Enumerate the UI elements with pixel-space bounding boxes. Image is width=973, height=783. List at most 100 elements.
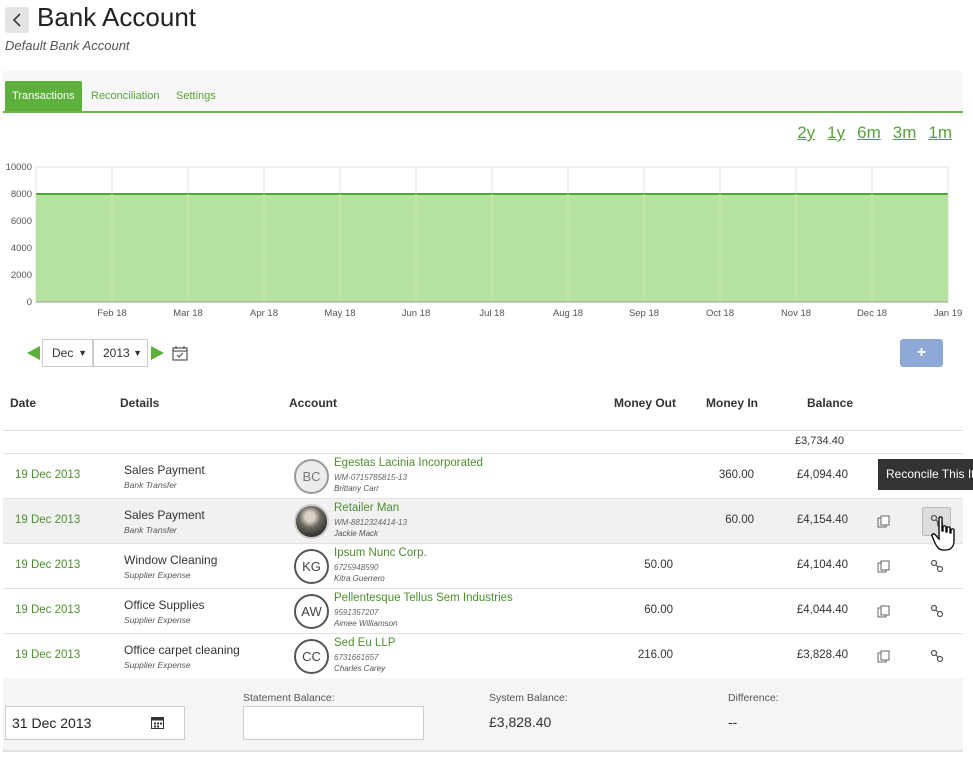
row-date[interactable]: 19 Dec 2013: [15, 469, 80, 481]
system-balance-label: System Balance:: [489, 692, 568, 704]
reconcile-tooltip: Reconcile This Item: [878, 459, 973, 490]
caret-down-icon: ▼: [78, 348, 87, 358]
table-row[interactable]: 19 Dec 2013 Sales Payment Bank Transfer …: [3, 453, 963, 498]
transactions-panel: Transactions Reconciliation Settings 2y …: [3, 71, 963, 329]
avatar: KG: [294, 549, 329, 584]
row-account-link[interactable]: Retailer Man: [334, 502, 399, 514]
page-subtitle: Default Bank Account: [5, 38, 130, 53]
next-month-arrow-icon[interactable]: [151, 346, 164, 360]
column-header-details[interactable]: Details: [120, 396, 159, 410]
add-transaction-button[interactable]: +: [900, 339, 943, 367]
row-account-ref: WM-0715785815-13: [334, 473, 407, 482]
tab-bar: Transactions Reconciliation Settings: [3, 71, 963, 113]
opening-balance: £3,734.40: [795, 435, 844, 447]
row-date[interactable]: 19 Dec 2013: [15, 514, 80, 526]
link-icon[interactable]: [930, 604, 944, 618]
row-money-out: 60.00: [644, 604, 673, 616]
table-row[interactable]: 19 Dec 2013 Office Supplies Supplier Exp…: [3, 588, 963, 633]
row-balance: £4,104.40: [796, 559, 848, 571]
row-money-out: 216.00: [637, 649, 673, 661]
statement-balance-input[interactable]: [243, 706, 424, 740]
tab-settings[interactable]: Settings: [169, 82, 223, 111]
row-date[interactable]: 19 Dec 2013: [15, 649, 80, 661]
chart-x-tick-label: Sep 18: [629, 308, 659, 319]
chart-x-tick-label: Jan 19: [934, 308, 963, 319]
row-balance: £3,828.40: [796, 649, 848, 661]
table-row[interactable]: 19 Dec 2013 Office carpet cleaning Suppl…: [3, 633, 963, 678]
reconciliation-footer: 31 Dec 2013 Statement Balance: System Ba…: [3, 678, 963, 752]
avatar: [294, 504, 329, 539]
row-account-link[interactable]: Egestas Lacinia Incorporated: [334, 457, 483, 469]
chart-y-tick-label: 10000: [6, 162, 32, 173]
row-detail: Office Supplies: [124, 598, 205, 612]
row-account-person: Brittany Carr: [334, 484, 379, 493]
chart-x-tick-label: Dec 18: [857, 308, 887, 319]
statement-date-input[interactable]: 31 Dec 2013: [5, 706, 185, 740]
row-account-link[interactable]: Pellentesque Tellus Sem Industries: [334, 592, 513, 604]
table-row[interactable]: 19 Dec 2013 Window Cleaning Supplier Exp…: [3, 543, 963, 588]
row-detail-type: Supplier Expense: [124, 570, 191, 580]
copy-icon[interactable]: [877, 605, 890, 618]
month-select[interactable]: Dec ▼: [42, 339, 93, 367]
row-detail-type: Supplier Expense: [124, 660, 191, 670]
row-account-ref: 9591357207: [334, 608, 379, 617]
table-row[interactable]: 19 Dec 2013 Sales Payment Bank Transfer …: [3, 498, 963, 543]
row-account-person: Kitra Guerrero: [334, 574, 385, 583]
chart-x-tick-label: Oct 18: [706, 308, 734, 319]
row-date[interactable]: 19 Dec 2013: [15, 604, 80, 616]
calendar-icon[interactable]: [151, 716, 164, 729]
avatar: BC: [294, 459, 329, 494]
column-header-date[interactable]: Date: [10, 396, 36, 410]
copy-icon[interactable]: [877, 650, 890, 663]
row-account-ref: WM-8812324414-13: [334, 518, 407, 527]
statement-balance-label: Statement Balance:: [243, 692, 335, 704]
difference-value: --: [728, 714, 738, 730]
chart-y-tick-label: 6000: [11, 216, 32, 227]
back-button[interactable]: [5, 7, 29, 33]
difference-label: Difference:: [728, 692, 779, 704]
chart-x-tick-label: Feb 18: [97, 308, 127, 319]
chart-y-tick-label: 0: [27, 297, 32, 308]
chart-x-tick-label: Nov 18: [781, 308, 811, 319]
row-money-out: 50.00: [644, 559, 673, 571]
row-account-person: Jackie Mack: [334, 529, 379, 538]
year-select[interactable]: 2013 ▼: [93, 339, 148, 367]
row-detail: Sales Payment: [124, 463, 205, 477]
chevron-left-icon: [12, 13, 21, 27]
previous-month-arrow-icon[interactable]: [27, 346, 40, 360]
year-select-value: 2013: [103, 346, 130, 360]
column-header-account[interactable]: Account: [289, 396, 337, 410]
row-detail-type: Supplier Expense: [124, 615, 191, 625]
row-date[interactable]: 19 Dec 2013: [15, 559, 80, 571]
column-header-money-out[interactable]: Money Out: [614, 396, 676, 410]
avatar: AW: [294, 594, 329, 629]
avatar: CC: [294, 639, 329, 674]
copy-icon[interactable]: [877, 560, 890, 573]
row-money-in: 360.00: [718, 469, 754, 481]
link-icon[interactable]: [930, 649, 944, 663]
chart-x-tick-label: Aug 18: [553, 308, 583, 319]
row-detail-type: Bank Transfer: [124, 525, 177, 535]
calendar-check-icon[interactable]: [172, 346, 188, 361]
chart-y-tick-label: 2000: [11, 270, 32, 281]
copy-icon[interactable]: [877, 515, 890, 528]
statement-date-value: 31 Dec 2013: [12, 715, 92, 731]
page-title: Bank Account: [37, 2, 196, 32]
row-detail-type: Bank Transfer: [124, 480, 177, 490]
row-account-person: Charles Carey: [334, 664, 386, 673]
chart-area: 2y 1y 6m 3m 1m 0 2000 4000 6000 8000 10000 Feb…: [3, 115, 963, 329]
row-account-link[interactable]: Sed Eu LLP: [334, 637, 395, 649]
chart-y-tick-label: 4000: [11, 243, 32, 254]
chart-x-tick-label: Mar 18: [173, 308, 203, 319]
row-money-in: 60.00: [725, 514, 754, 526]
column-header-money-in[interactable]: Money In: [706, 396, 758, 410]
tab-transactions[interactable]: Transactions: [5, 81, 82, 111]
row-account-ref: 6731661657: [334, 653, 379, 662]
link-icon[interactable]: [930, 559, 944, 573]
tab-reconciliation[interactable]: Reconciliation: [84, 82, 166, 111]
row-account-link[interactable]: Ipsum Nunc Corp.: [334, 547, 427, 559]
row-account-person: Aimee Williamson: [334, 619, 398, 628]
column-header-balance[interactable]: Balance: [807, 396, 853, 410]
chart-x-tick-label: Apr 18: [250, 308, 278, 319]
row-balance: £4,044.40: [796, 604, 848, 616]
